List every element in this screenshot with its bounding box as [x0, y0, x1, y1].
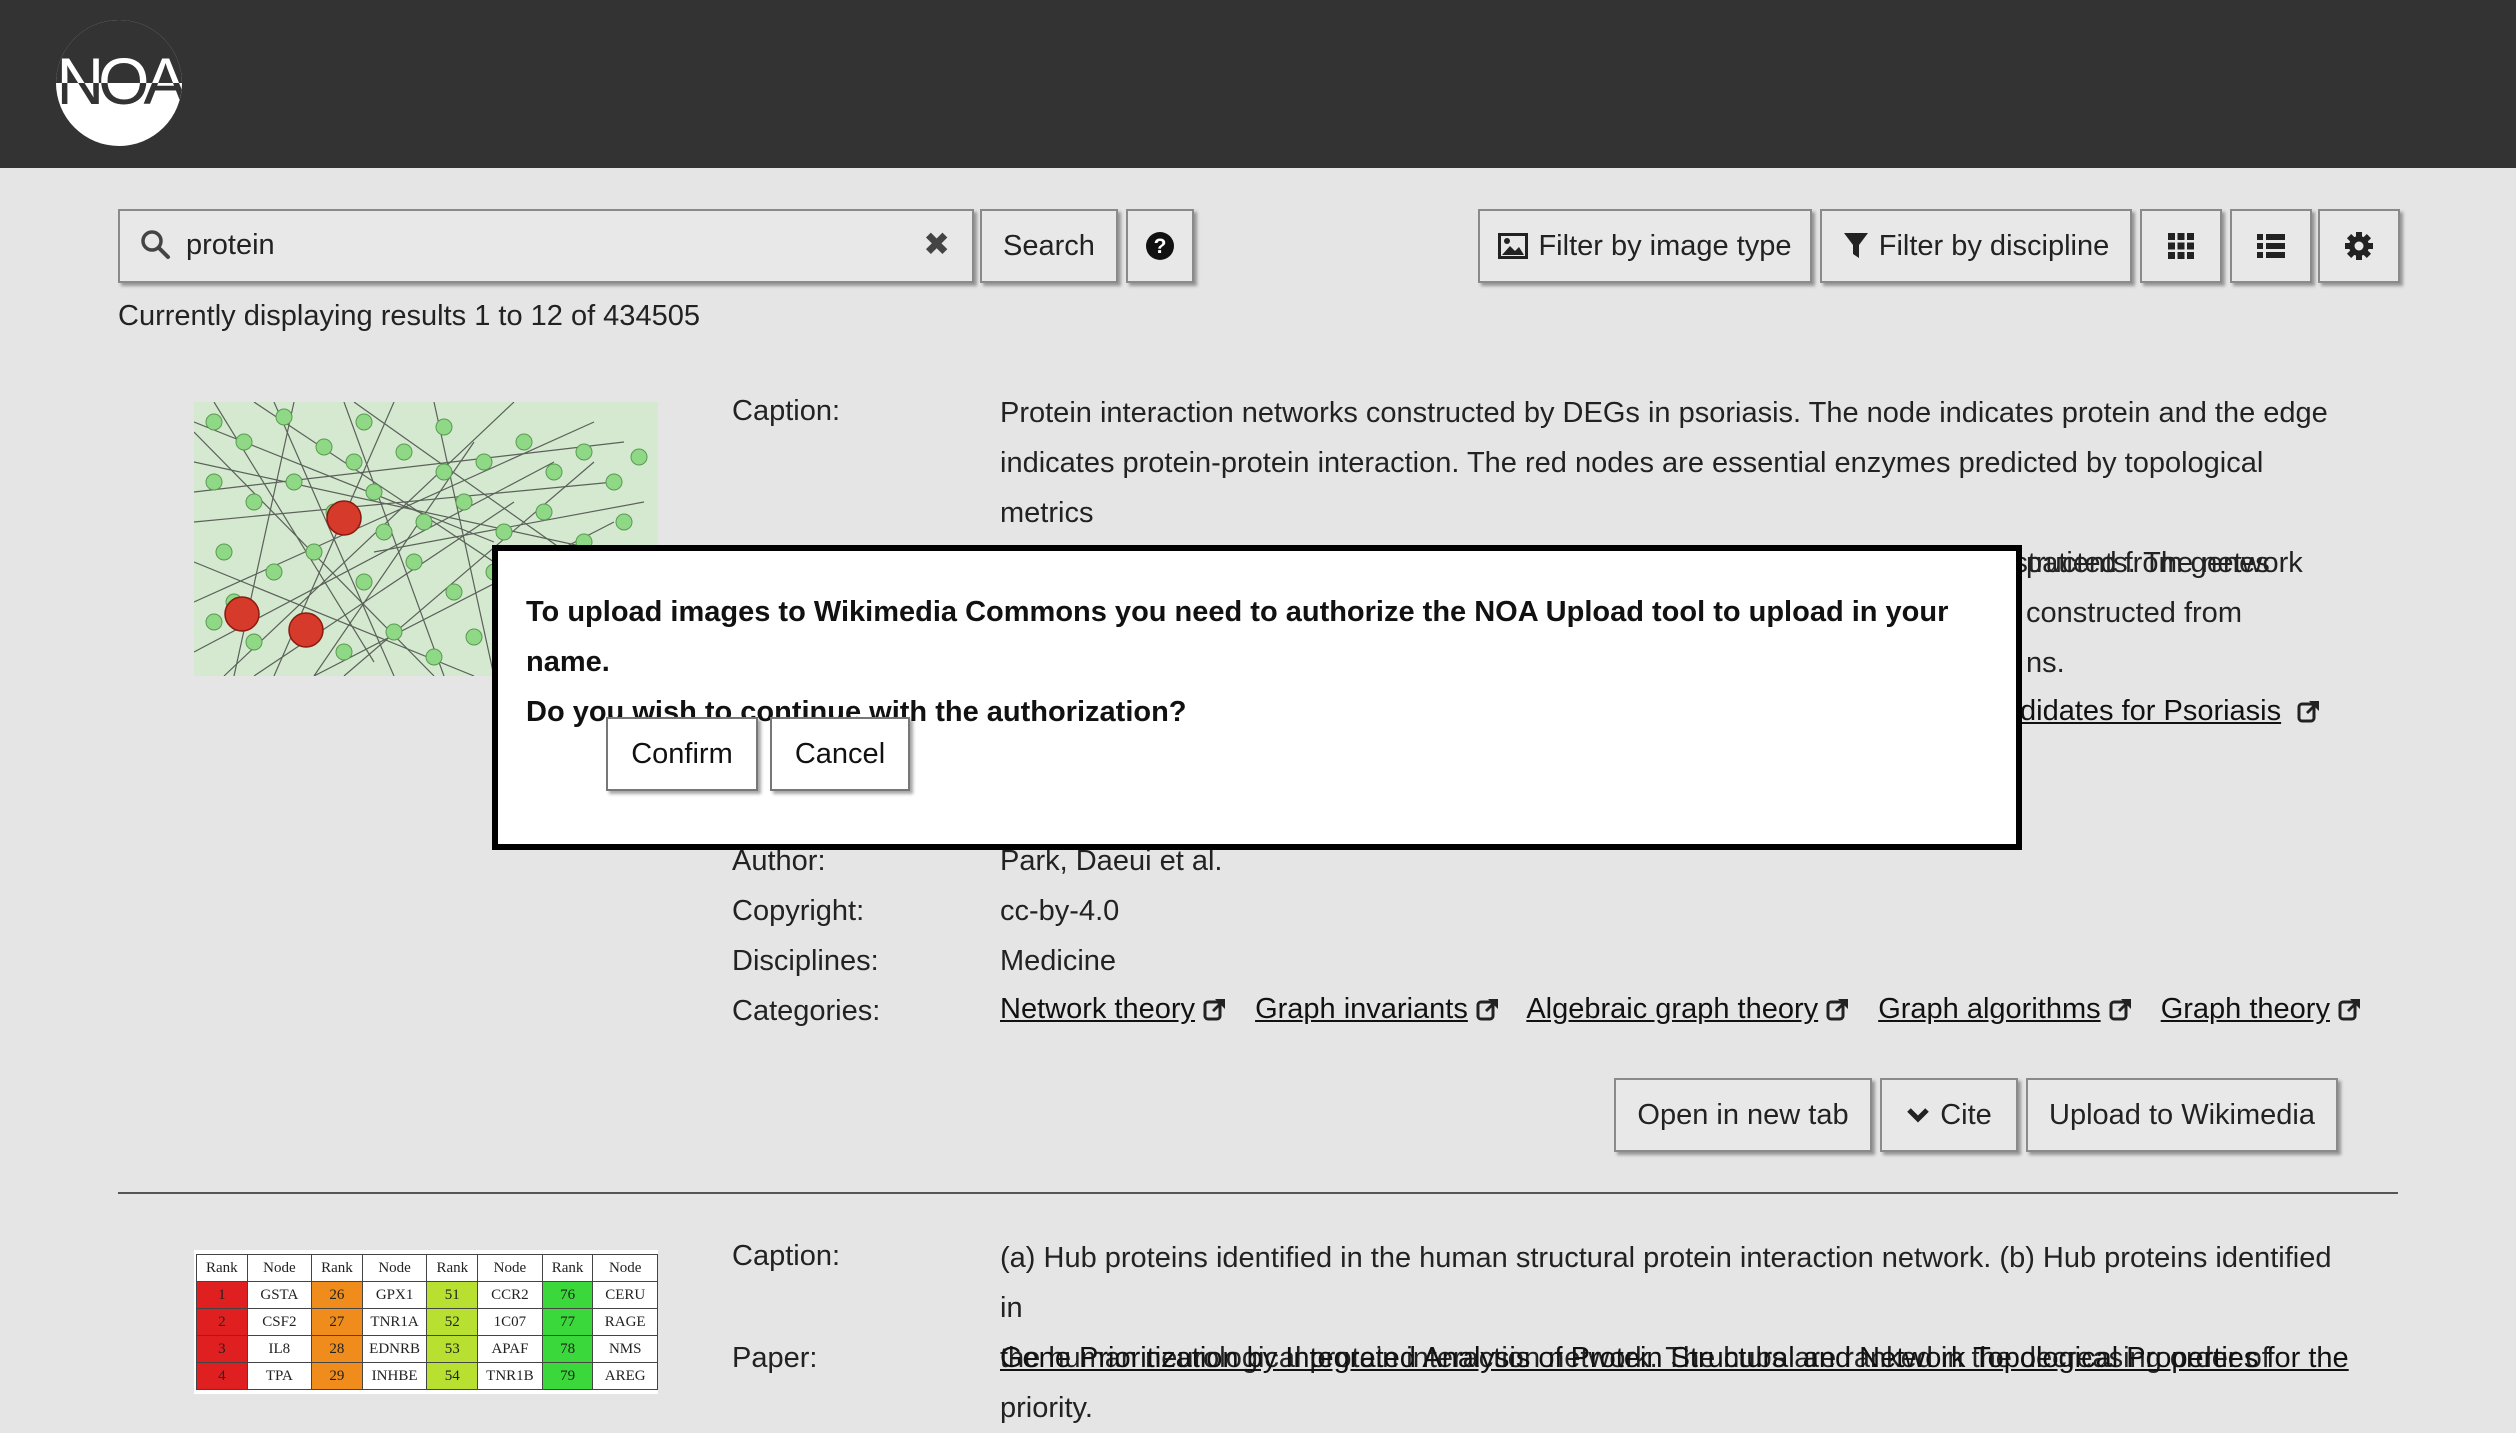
svg-text:?: ?: [1154, 235, 1167, 258]
result-divider: [118, 1192, 2398, 1194]
category-link[interactable]: Graph theory: [2161, 993, 2362, 1025]
dialog-message: To upload images to Wikimedia Commons yo…: [526, 596, 1949, 728]
table-row: 3 IL8 28 EDNRB 53 APAF 78 NMS: [196, 1335, 658, 1363]
table-row: 2 CSF2 27 TNR1A 52 1C07 77 RAGE: [196, 1308, 658, 1336]
filter-discipline-button[interactable]: Filter by discipline: [1820, 209, 2132, 283]
result1-caption-fragment: patients. The network constructed from n…: [2026, 547, 2303, 679]
paper-label: Paper:: [732, 1342, 818, 1374]
caption-label: Caption:: [732, 395, 841, 427]
disciplines-label: Disciplines:: [732, 945, 879, 977]
category-link[interactable]: Graph algorithms: [1878, 993, 2132, 1025]
copyright-value: cc-by-4.0: [1000, 895, 1120, 927]
gear-icon: [2345, 232, 2373, 260]
category-link[interactable]: Algebraic graph theory: [1526, 993, 1850, 1025]
copyright-label: Copyright:: [732, 895, 865, 927]
categories-label: Categories:: [732, 995, 881, 1027]
result-thumbnail-table[interactable]: Rank Node Rank Node Rank Node Rank Node …: [194, 1250, 658, 1394]
caption-label: Caption:: [732, 1240, 841, 1272]
filter-image-type-button[interactable]: Filter by image type: [1478, 209, 1812, 283]
image-icon: [1498, 233, 1529, 259]
table-header-row: Rank Node Rank Node Rank Node Rank Node: [196, 1254, 658, 1282]
external-link-icon: [2297, 701, 2320, 723]
paper-link[interactable]: didates for Psoriasis: [2020, 695, 2321, 728]
disciplines-value: Medicine: [1000, 945, 1117, 977]
categories-list: Network theory Graph invariants Algebrai…: [1000, 993, 2382, 1026]
search-icon: [141, 230, 170, 259]
grid-view-button[interactable]: [2140, 209, 2222, 283]
external-link-icon: [1826, 999, 1849, 1021]
category-link[interactable]: Graph invariants: [1255, 993, 1500, 1025]
filter-icon: [1843, 233, 1868, 258]
confirm-button[interactable]: Confirm: [606, 717, 758, 791]
table-row: 1 GSTA 26 GPX1 51 CCR2 76 CERU: [196, 1281, 658, 1309]
authorization-dialog: To upload images to Wikimedia Commons yo…: [492, 545, 2022, 850]
table-row: 4 TPA 29 INHBE 54 TNR1B 79 AREG: [196, 1362, 658, 1390]
external-link-icon: [1203, 999, 1226, 1021]
open-new-tab-button[interactable]: Open in new tab: [1614, 1078, 1872, 1152]
question-icon: ?: [1146, 232, 1174, 260]
search-value[interactable]: protein: [186, 229, 275, 262]
help-button[interactable]: ?: [1126, 209, 1194, 283]
external-link-icon: [2109, 999, 2131, 1021]
results-count: Currently displaying results 1 to 12 of …: [118, 300, 700, 332]
list-icon: [2257, 234, 2285, 258]
external-link-icon: [2338, 999, 2360, 1021]
external-link-icon: [1476, 999, 1498, 1021]
category-link[interactable]: Network theory: [1000, 993, 1227, 1025]
list-view-button[interactable]: [2230, 209, 2312, 283]
paper-link[interactable]: Gene Prioritization by Integrated Analys…: [1000, 1342, 2349, 1375]
chevron-down-icon: [1907, 1108, 1929, 1123]
noa-logo[interactable]: NOA NOA: [56, 20, 182, 146]
result2-caption: (a) Hub proteins identified in the human…: [1000, 1242, 2332, 1424]
upload-wikimedia-button[interactable]: Upload to Wikimedia: [2026, 1078, 2338, 1152]
search-input[interactable]: protein ✖: [118, 209, 974, 283]
cancel-button[interactable]: Cancel: [770, 717, 910, 791]
clear-icon[interactable]: ✖: [923, 225, 950, 263]
settings-button[interactable]: [2318, 209, 2400, 283]
cite-button[interactable]: Cite: [1880, 1078, 2018, 1152]
search-button[interactable]: Search: [980, 209, 1118, 283]
grid-icon: [2168, 233, 2194, 259]
top-bar: NOA NOA: [0, 0, 2516, 168]
